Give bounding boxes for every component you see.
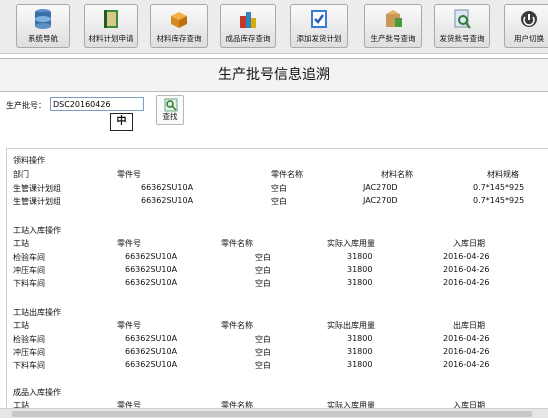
user-switch-label: 用户切换 — [514, 34, 544, 43]
col-header: 出库日期 — [453, 321, 485, 330]
table-cell: 66362SU10A — [141, 183, 194, 192]
system-nav-label: 系统导航 — [28, 34, 58, 43]
horizontal-scrollbar[interactable] — [0, 408, 548, 418]
col-header: 零件名称 — [271, 170, 303, 179]
find-button[interactable]: 查找 — [156, 95, 184, 125]
table-cell: 2016-04-26 — [443, 252, 490, 261]
table-cell: 0.7*145*925 — [473, 183, 525, 192]
table-cell: 空白 — [255, 348, 271, 357]
table-cell: 检验车间 — [13, 253, 45, 262]
page-title: 生产批号信息追溯 — [0, 58, 548, 92]
table-cell: 空白 — [255, 279, 271, 288]
table-cell: 66362SU10A — [125, 334, 178, 343]
table-cell: 66362SU10A — [125, 347, 178, 356]
batch-number-label: 生产批号： — [6, 101, 46, 110]
user-switch-icon — [521, 11, 537, 27]
table-cell: 2016-04-26 — [443, 334, 490, 343]
material-stock-button[interactable]: 材料库存查询 — [150, 4, 208, 48]
add-shipping-plan-label: 添加发货计划 — [296, 34, 342, 43]
results-panel: 领料操作 部门 零件号 零件名称 材料名称 材料规格 生管课计划组 66362S… — [6, 148, 548, 410]
table-cell: 66362SU10A — [125, 278, 178, 287]
table-cell: JAC270D — [363, 183, 398, 192]
table-cell: 空白 — [271, 197, 287, 206]
table-cell: JAC270D — [363, 196, 398, 205]
system-nav-button[interactable]: 系统导航 — [16, 4, 70, 48]
database-icon — [35, 9, 51, 29]
box-icon — [171, 12, 187, 28]
table-cell: 66362SU10A — [141, 196, 194, 205]
table-cell: 空白 — [255, 361, 271, 370]
add-shipping-plan-button[interactable]: 添加发货计划 — [290, 4, 348, 48]
material-plan-button[interactable]: 材料计划申请 — [84, 4, 138, 48]
table-cell: 2016-04-26 — [443, 278, 490, 287]
product-stock-button[interactable]: 成品库存查询 — [220, 4, 276, 48]
table-cell: 下料车间 — [13, 361, 45, 370]
table-cell: 66362SU10A — [125, 265, 178, 274]
table-cell: 冲压车间 — [13, 348, 45, 357]
material-stock-label: 材料库存查询 — [156, 34, 202, 43]
col-header: 零件号 — [117, 170, 141, 179]
search-area: 生产批号： 中 查找 — [0, 92, 548, 148]
scrollbar-thumb[interactable] — [12, 411, 532, 417]
shipping-batch-query-button[interactable]: 发货批号查询 — [434, 4, 490, 48]
batch-number-input[interactable] — [50, 97, 144, 111]
table-cell: 66362SU10A — [125, 360, 178, 369]
product-stock-label: 成品库存查询 — [225, 34, 271, 43]
table-cell: 31800 — [347, 360, 373, 369]
checklist-icon — [311, 10, 327, 28]
material-plan-label: 材料计划申请 — [88, 34, 134, 43]
table-cell: 66362SU10A — [125, 252, 178, 261]
table-cell: 空白 — [271, 184, 287, 193]
table-cell: 检验车间 — [13, 335, 45, 344]
production-batch-query-button[interactable]: 生产批号查询 — [364, 4, 422, 48]
shipping-batch-query-label: 发货批号查询 — [439, 34, 485, 43]
table-cell: 空白 — [255, 335, 271, 344]
col-header: 零件名称 — [221, 321, 253, 330]
col-header: 部门 — [13, 170, 29, 179]
search-icon — [164, 98, 178, 112]
col-header: 零件号 — [117, 321, 141, 330]
production-batch-query-label: 生产批号查询 — [370, 34, 416, 43]
search-doc-icon — [454, 9, 471, 29]
table-cell: 2016-04-26 — [443, 347, 490, 356]
table-cell: 2016-04-26 — [443, 265, 490, 274]
table-cell: 空白 — [255, 253, 271, 262]
section-title-station-out: 工站出库操作 — [13, 308, 61, 317]
user-switch-button[interactable]: 用户切换 — [504, 4, 548, 48]
table-cell: 冲压车间 — [13, 266, 45, 275]
table-cell: 生管课计划组 — [13, 184, 61, 193]
col-header: 工站 — [13, 321, 29, 330]
table-cell: 下料车间 — [13, 279, 45, 288]
section-title-product-in: 成品入库操作 — [13, 388, 61, 397]
table-cell: 31800 — [347, 334, 373, 343]
section-title-material: 领料操作 — [13, 156, 45, 165]
package-icon — [386, 10, 402, 27]
col-header: 工站 — [13, 239, 29, 248]
products-icon — [240, 12, 256, 28]
col-header: 零件名称 — [221, 239, 253, 248]
col-header: 材料名称 — [381, 170, 413, 179]
toolbar: 系统导航 材料计划申请 材料库存查询 成品库存查询 添加发货计划 生产批号查询 … — [0, 0, 548, 54]
table-cell: 31800 — [347, 347, 373, 356]
find-label: 查找 — [162, 112, 178, 121]
col-header: 入库日期 — [453, 239, 485, 248]
book-icon — [104, 10, 118, 28]
col-header: 实际入库用量 — [327, 239, 375, 248]
table-cell: 生管课计划组 — [13, 197, 61, 206]
table-cell: 空白 — [255, 266, 271, 275]
col-header: 材料规格 — [487, 170, 519, 179]
ime-indicator: 中 — [110, 113, 133, 131]
col-header: 零件号 — [117, 239, 141, 248]
table-cell: 31800 — [347, 278, 373, 287]
table-cell: 2016-04-26 — [443, 360, 490, 369]
table-cell: 31800 — [347, 265, 373, 274]
table-cell: 31800 — [347, 252, 373, 261]
section-title-station-in: 工站入库操作 — [13, 226, 61, 235]
table-cell: 0.7*145*925 — [473, 196, 525, 205]
col-header: 实际出库用量 — [327, 321, 375, 330]
